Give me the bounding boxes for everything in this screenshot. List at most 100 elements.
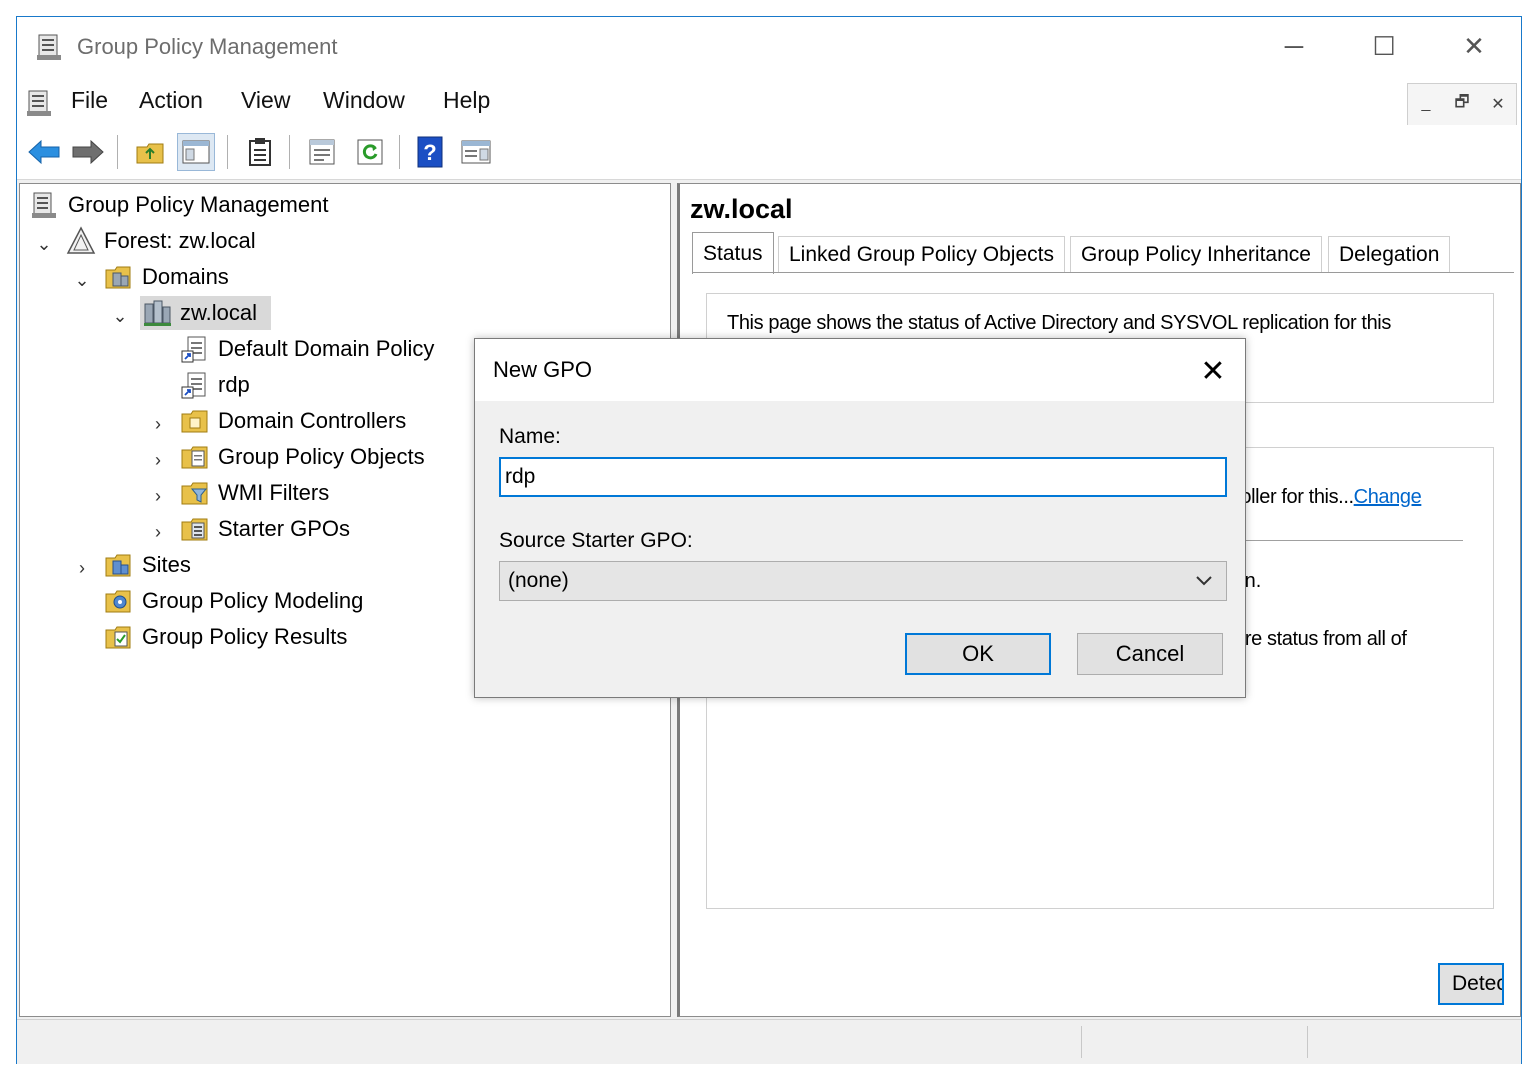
tree-item-results[interactable]: Group Policy Results xyxy=(104,620,347,654)
help-button[interactable]: ? xyxy=(411,133,449,171)
tree-item-wmi-filters[interactable]: WMI Filters xyxy=(180,476,329,510)
app-icon xyxy=(35,31,67,68)
clipboard-icon xyxy=(249,138,271,166)
properties-button[interactable] xyxy=(303,133,341,171)
mdi-minimize-button[interactable]: _ xyxy=(1408,84,1444,124)
show-hide-tree-button[interactable] xyxy=(177,133,215,171)
tree-label: Sites xyxy=(142,552,191,577)
title-bar: Group Policy Management ─ ☐ ✕ xyxy=(17,17,1521,79)
chevron-right-icon[interactable]: › xyxy=(148,450,168,470)
chevron-right-icon[interactable]: › xyxy=(148,522,168,542)
minimize-button[interactable]: ─ xyxy=(1249,17,1339,75)
up-folder-button[interactable] xyxy=(131,133,169,171)
tree-item-rdp[interactable]: rdp xyxy=(180,368,250,402)
tree-item-default-domain-policy[interactable]: Default Domain Policy xyxy=(180,332,434,366)
tab-linked-gpos[interactable]: Linked Group Policy Objects xyxy=(778,236,1065,272)
chevron-down-icon[interactable]: ⌄ xyxy=(110,306,130,326)
tree-label: Group Policy Objects xyxy=(218,444,425,469)
menu-window[interactable]: Window xyxy=(323,87,405,114)
help-icon: ? xyxy=(417,136,443,168)
change-link[interactable]: Change xyxy=(1354,486,1422,508)
pane-title: zw.local xyxy=(690,194,793,224)
close-icon: ✕ xyxy=(1200,354,1226,388)
chevron-right-icon[interactable]: › xyxy=(148,414,168,434)
dialog-title-bar: New GPO ✕ xyxy=(475,339,1245,401)
gpo-link-icon xyxy=(180,370,210,400)
infrastructure-text: ture status from all of xyxy=(1229,628,1407,650)
tree-item-domain-controllers[interactable]: Domain Controllers xyxy=(180,404,406,438)
tree-item-starter-gpos[interactable]: Starter GPOs xyxy=(180,512,350,546)
console-icon[interactable] xyxy=(25,87,57,124)
close-button[interactable]: ✕ xyxy=(1429,17,1519,75)
select-value: (none) xyxy=(508,569,569,592)
tree-item-domains[interactable]: Domains xyxy=(104,260,229,294)
close-icon: ✕ xyxy=(1491,96,1505,113)
tree-label: Default Domain Policy xyxy=(218,336,435,361)
toolbar: ? xyxy=(17,125,1521,180)
tree-label: zw.local xyxy=(180,300,258,325)
tree-item-sites[interactable]: Sites xyxy=(104,548,191,582)
clipboard-button[interactable] xyxy=(241,133,279,171)
tab-label: Status xyxy=(703,241,763,265)
forest-icon xyxy=(66,226,96,256)
sites-icon xyxy=(104,550,134,580)
menu-help[interactable]: Help xyxy=(443,87,490,114)
tree-item-zw-local[interactable]: zw.local xyxy=(140,296,272,330)
tree-label: Domain Controllers xyxy=(218,408,407,433)
back-button[interactable] xyxy=(25,133,63,171)
chevron-down-icon[interactable]: ⌄ xyxy=(34,234,54,254)
action-pane-button[interactable] xyxy=(457,133,495,171)
button-label: Cancel xyxy=(1115,641,1185,666)
gpo-folder-icon xyxy=(180,442,210,472)
status-divider xyxy=(1307,1026,1308,1058)
tree-label: rdp xyxy=(218,372,250,397)
toolbar-separator xyxy=(227,135,228,169)
ou-folder-icon xyxy=(180,406,210,436)
dialog-title: New GPO xyxy=(493,357,593,382)
tree-item-root[interactable]: Group Policy Management xyxy=(30,188,328,222)
up-folder-icon xyxy=(136,143,164,164)
menu-view[interactable]: View xyxy=(241,87,290,114)
minimize-icon: ─ xyxy=(1284,30,1304,61)
ok-button[interactable]: OK xyxy=(905,633,1051,675)
tree-item-forest[interactable]: Forest: zw.local xyxy=(66,224,256,258)
chevron-right-icon[interactable]: › xyxy=(72,558,92,578)
controller-text: troller for this...Change xyxy=(1229,486,1422,509)
menu-file[interactable]: File xyxy=(71,87,108,114)
gpo-name-input[interactable] xyxy=(499,457,1227,497)
tree-label: WMI Filters xyxy=(218,480,330,505)
chevron-down-icon xyxy=(1194,570,1214,596)
forward-button[interactable] xyxy=(69,133,107,171)
source-starter-select[interactable]: (none) xyxy=(499,561,1227,601)
tab-status[interactable]: Status xyxy=(692,232,774,274)
toolbar-separator xyxy=(289,135,290,169)
gpo-link-icon xyxy=(180,334,210,364)
maximize-button[interactable]: ☐ xyxy=(1339,17,1429,75)
mdi-restore-button[interactable]: 🗗 xyxy=(1444,84,1480,124)
close-icon: ✕ xyxy=(1463,30,1485,61)
mdi-close-button[interactable]: ✕ xyxy=(1480,84,1516,124)
tree-label: Group Policy Modeling xyxy=(142,588,364,613)
cancel-button[interactable]: Cancel xyxy=(1077,633,1223,675)
modeling-icon xyxy=(104,586,134,616)
svg-text:?: ? xyxy=(423,140,436,165)
chevron-right-icon[interactable]: › xyxy=(148,486,168,506)
tree-item-modeling[interactable]: Group Policy Modeling xyxy=(104,584,363,618)
toolbar-separator xyxy=(117,135,118,169)
mdi-controls: _ 🗗 ✕ xyxy=(1407,83,1517,127)
refresh-button[interactable] xyxy=(351,133,389,171)
divider xyxy=(1237,540,1463,541)
back-icon xyxy=(28,139,60,165)
forward-icon xyxy=(72,139,104,165)
dialog-close-button[interactable]: ✕ xyxy=(1193,351,1233,391)
menu-action[interactable]: Action xyxy=(139,87,203,114)
tree-label: Starter GPOs xyxy=(218,516,351,541)
tree-label: Group Policy Management xyxy=(68,192,329,217)
chevron-down-icon[interactable]: ⌄ xyxy=(72,270,92,290)
tab-inheritance[interactable]: Group Policy Inheritance xyxy=(1070,236,1322,272)
tab-delegation[interactable]: Delegation xyxy=(1328,236,1451,272)
tree-item-group-policy-objects[interactable]: Group Policy Objects xyxy=(180,440,425,474)
detect-now-button[interactable]: Detec xyxy=(1438,963,1504,1005)
show-hide-tree-icon xyxy=(182,140,210,164)
status-description: This page shows the status of Active Dir… xyxy=(727,312,1391,334)
